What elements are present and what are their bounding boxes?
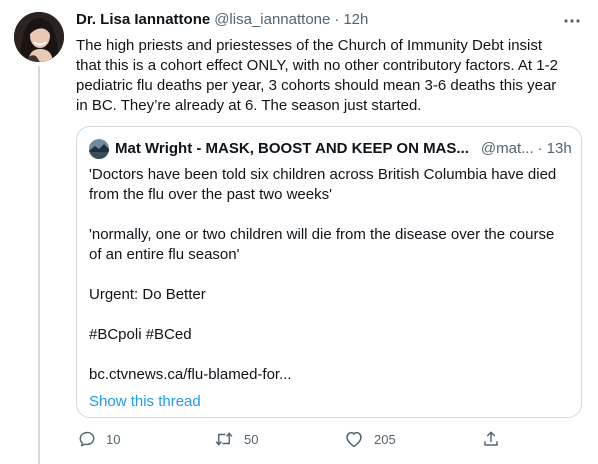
- quoted-tweet-timestamp[interactable]: 13h: [547, 139, 572, 159]
- reply-icon: [79, 431, 95, 447]
- quoted-tweet-text: 'Doctors have been told six children acr…: [89, 165, 569, 385]
- reply-button[interactable]: 10: [78, 430, 120, 448]
- quote-paragraph: 'normally, one or two children will die …: [89, 226, 555, 263]
- tweet-header: Dr. Lisa Iannattone @lisa_iannattone · 1…: [76, 10, 584, 30]
- quote-hashtags: #BCpoli #BCed: [89, 326, 192, 343]
- retweet-icon: [215, 432, 233, 446]
- quoted-author-name[interactable]: Mat Wright - MASK, BOOST AND KEEP ON MAS…: [115, 139, 469, 159]
- separator-dot: ·: [537, 140, 543, 157]
- like-count: 205: [374, 431, 396, 447]
- tweet-content: Dr. Lisa Iannattone @lisa_iannattone · 1…: [76, 10, 584, 116]
- retweet-count: 50: [244, 431, 259, 447]
- quoted-tweet[interactable]: Mat Wright - MASK, BOOST AND KEEP ON MAS…: [76, 126, 582, 418]
- quote-paragraph: 'Doctors have been told six children acr…: [89, 166, 557, 203]
- quoted-author-avatar: [89, 139, 109, 159]
- share-icon: [484, 431, 498, 446]
- quote-link[interactable]: bc.ctvnews.ca/flu-blamed-for...: [89, 365, 569, 385]
- tweet-timestamp[interactable]: 12h: [343, 10, 368, 30]
- author-name[interactable]: Dr. Lisa Iannattone: [76, 10, 210, 30]
- quoted-author-handle[interactable]: @mat...: [481, 139, 534, 159]
- retweet-button[interactable]: 50: [214, 430, 258, 448]
- avatar[interactable]: [14, 12, 64, 62]
- quoted-tweet-header: Mat Wright - MASK, BOOST AND KEEP ON MAS…: [89, 139, 572, 159]
- tweet-text: The high priests and priestesses of the …: [76, 37, 558, 114]
- action-bar: 10 50 205: [76, 430, 498, 454]
- heart-icon: [346, 431, 362, 448]
- tweet[interactable]: Dr. Lisa Iannattone @lisa_iannattone · 1…: [0, 0, 598, 464]
- reply-count: 10: [106, 431, 121, 447]
- quote-paragraph: Urgent: Do Better: [89, 286, 206, 303]
- author-avatar-image: [14, 12, 64, 62]
- share-button[interactable]: [482, 430, 500, 448]
- thread-line: [38, 66, 40, 464]
- author-handle[interactable]: @lisa_iannattone: [214, 10, 330, 30]
- separator-dot: ·: [334, 11, 340, 28]
- show-thread-link[interactable]: Show this thread: [89, 392, 569, 412]
- more-horizontal-icon[interactable]: [560, 10, 584, 32]
- like-button[interactable]: 205: [344, 430, 396, 448]
